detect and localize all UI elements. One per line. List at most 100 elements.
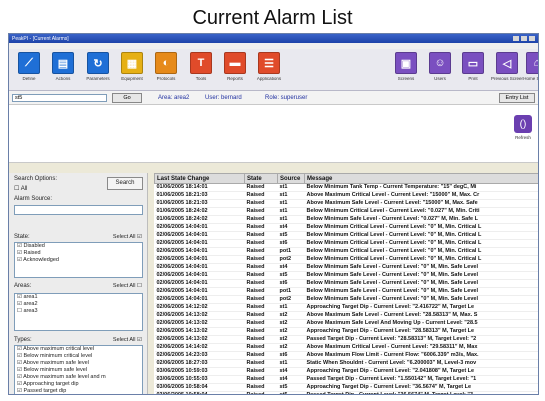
list-item[interactable]: ☑ Disabled (15, 243, 142, 250)
list-item[interactable]: ☑ Raised (15, 250, 142, 257)
list-item-label: Below minimum critical level (23, 353, 93, 359)
table-row[interactable]: 02/06/2005 18:27:03 Raised st1 Static When … (154, 359, 538, 368)
state-cell: Raised (244, 239, 278, 248)
toolbar-home-screen-button[interactable]: ⌂ Home Screen (521, 52, 538, 82)
toolbar-screens-button[interactable]: ▣ Screens (390, 52, 422, 82)
table-row[interactable]: 03/06/2005 10:55:03 Raised st4 Passed Targe… (154, 375, 538, 384)
refresh-button[interactable]: () Refresh (512, 115, 534, 140)
checkbox[interactable]: ☑ (17, 367, 22, 373)
checkbox[interactable]: ☑ (17, 294, 22, 300)
column-header[interactable]: Message (304, 173, 538, 184)
toolbar-users-button[interactable]: ☺ Users (424, 52, 456, 82)
toolbar-equipment-button[interactable]: ▦ Equipment (116, 52, 148, 82)
table-row[interactable]: 03/06/2005 10:58:04 Raised st5 Approaching … (154, 383, 538, 392)
list-item-label: Above maximum safe level and m (23, 374, 106, 380)
table-row[interactable]: 02/06/2005 14:04:01 Raised st6 Below Minimu… (154, 279, 538, 288)
toolbar-reports-button[interactable]: ▬ Reports (219, 52, 251, 82)
list-item[interactable]: ☑ Below minimum critical level (15, 353, 142, 360)
table-row[interactable]: 02/06/2005 14:04:01 Raised pot2 Below Minim… (154, 295, 538, 304)
checkbox[interactable]: ☑ (17, 360, 22, 366)
toolbar-print-button[interactable]: ▭ Print (457, 52, 489, 82)
toolbar-define-button[interactable]: ⟋ Define (13, 52, 45, 82)
table-row[interactable]: 01/06/2005 18:24:02 Raised st1 Below Minimu… (154, 215, 538, 224)
table-row[interactable]: 02/06/2005 14:23:03 Raised st6 Above Maximu… (154, 351, 538, 360)
state-cell: Raised (244, 215, 278, 224)
alarm-source-input[interactable] (14, 205, 143, 215)
go-button[interactable]: Go (112, 93, 142, 103)
message-cell: Passed Target Dip - Current Level: "36.5… (304, 391, 538, 394)
entry-list-button[interactable]: Entry List (499, 93, 535, 103)
list-item[interactable]: ☑ Acknowledged (15, 257, 142, 264)
types-select-all[interactable]: Select All ☑ (113, 337, 142, 343)
types-list[interactable]: ☑ Above maximum critical level ☑ Below mi… (14, 345, 143, 394)
table-row[interactable]: 02/06/2005 14:04:01 Raised st4 Below Minimu… (154, 223, 538, 232)
all-checkbox[interactable]: ☐ All (14, 185, 27, 192)
table-row[interactable]: 02/06/2005 14:04:01 Raised st4 Below Minimu… (154, 263, 538, 272)
list-item[interactable]: ☑ Above maximum critical level (15, 346, 142, 353)
table-row[interactable]: 01/06/2005 18:21:03 Raised st1 Above Maximu… (154, 199, 538, 208)
checkbox[interactable]: ☑ (17, 257, 22, 263)
toolbar-actions-button[interactable]: ▤ Actions (47, 52, 79, 82)
table-row[interactable]: 01/06/2005 18:14:01 Raised st1 Below Minimu… (154, 183, 538, 192)
checkbox[interactable]: ☑ (17, 388, 22, 394)
areas-select-all[interactable]: Select All ☐ (113, 283, 142, 289)
checkbox[interactable]: ☑ (17, 381, 22, 387)
list-item[interactable]: ☑ Passed target dip (15, 388, 142, 394)
minimize-button[interactable] (513, 36, 519, 41)
checkbox[interactable]: ☑ (17, 346, 22, 352)
state-select-all-label: Select All (112, 234, 136, 240)
table-row[interactable]: 02/06/2005 14:13:02 Raised st2 Approaching … (154, 327, 538, 336)
filter-input[interactable]: st5 (12, 94, 107, 102)
checkbox[interactable]: ☑ (17, 301, 22, 307)
table-row[interactable]: 02/06/2005 14:04:01 Raised pot2 Below Minim… (154, 255, 538, 264)
list-item[interactable]: ☑ Above maximum safe level and m (15, 374, 142, 381)
source-cell: st5 (277, 383, 305, 392)
table-row[interactable]: 03/06/2005 10:59:03 Raised st4 Approaching … (154, 367, 538, 376)
state-list[interactable]: ☑ Disabled ☑ Raised ☑ Acknowledged (14, 242, 143, 278)
toolbar-protocols-button[interactable]: ◐ Protocols (150, 52, 182, 82)
source-cell: st6 (277, 239, 305, 248)
state-select-all[interactable]: Select All ☑ (113, 234, 142, 240)
source-cell: st1 (277, 359, 305, 368)
list-item[interactable]: ☑ Below minimum safe level (15, 367, 142, 374)
message-cell: Below Minimum Safe Level - Current Level… (304, 295, 538, 304)
checkbox[interactable]: ☑ (17, 374, 22, 380)
table-row[interactable]: 02/06/2005 14:14:02 Raised st2 Above Maximu… (154, 343, 538, 352)
checkbox[interactable]: ☑ (17, 353, 22, 359)
source-cell: st2 (277, 335, 305, 344)
table-row[interactable]: 02/06/2005 14:12:02 Raised st1 Approaching … (154, 303, 538, 312)
source-cell: st6 (277, 279, 305, 288)
column-header[interactable]: State (244, 173, 278, 184)
checkbox[interactable]: ☑ (17, 243, 22, 249)
list-item[interactable]: ☐ area3 (15, 308, 142, 315)
table-row[interactable]: 03/06/2005 10:58:04 Raised st5 Passed Targe… (154, 391, 538, 394)
list-item[interactable]: ☑ Approaching target dip (15, 381, 142, 388)
maximize-button[interactable] (521, 36, 527, 41)
table-row[interactable]: 01/06/2005 18:21:03 Raised st1 Above Maximu… (154, 191, 538, 200)
areas-list[interactable]: ☑ area1 ☑ area2 ☐ area3 (14, 293, 143, 331)
table-row[interactable]: 02/06/2005 14:13:02 Raised st2 Passed Targe… (154, 335, 538, 344)
table-row[interactable]: 02/06/2005 14:13:02 Raised st2 Above Maximu… (154, 311, 538, 320)
search-button[interactable]: Search (107, 177, 143, 190)
list-item[interactable]: ☑ area2 (15, 301, 142, 308)
table-row[interactable]: 02/06/2005 14:04:01 Raised st5 Below Minimu… (154, 271, 538, 280)
table-row[interactable]: 02/06/2005 14:04:01 Raised pot1 Below Minim… (154, 247, 538, 256)
checkbox[interactable]: ☑ (17, 250, 22, 256)
page-title: Current Alarm List (192, 7, 353, 29)
toolbar-previous-screen-button[interactable]: ◁ Previous Screen (491, 52, 523, 82)
toolbar-parameters-button[interactable]: ↻ Parameters (82, 52, 114, 82)
list-item[interactable]: ☑ area1 (15, 294, 142, 301)
column-header[interactable]: Last State Change (154, 173, 245, 184)
table-row[interactable]: 02/06/2005 14:04:01 Raised st6 Below Minimu… (154, 239, 538, 248)
checkbox[interactable]: ☐ (17, 308, 22, 314)
table-row[interactable]: 01/06/2005 18:24:02 Raised st1 Below Minimu… (154, 207, 538, 216)
table-row[interactable]: 02/06/2005 14:04:01 Raised st5 Below Minimu… (154, 231, 538, 240)
state-label: State: (14, 234, 30, 240)
list-item[interactable]: ☑ Above maximum safe level (15, 360, 142, 367)
table-row[interactable]: 02/06/2005 14:04:01 Raised pot1 Below Minim… (154, 287, 538, 296)
toolbar-tools-button[interactable]: T Tools (185, 52, 217, 82)
column-header[interactable]: Source (277, 173, 305, 184)
table-row[interactable]: 02/06/2005 14:13:02 Raised st2 Above Maximu… (154, 319, 538, 328)
toolbar-applications-button[interactable]: ☰ Applications (253, 52, 285, 82)
close-button[interactable] (529, 36, 535, 41)
